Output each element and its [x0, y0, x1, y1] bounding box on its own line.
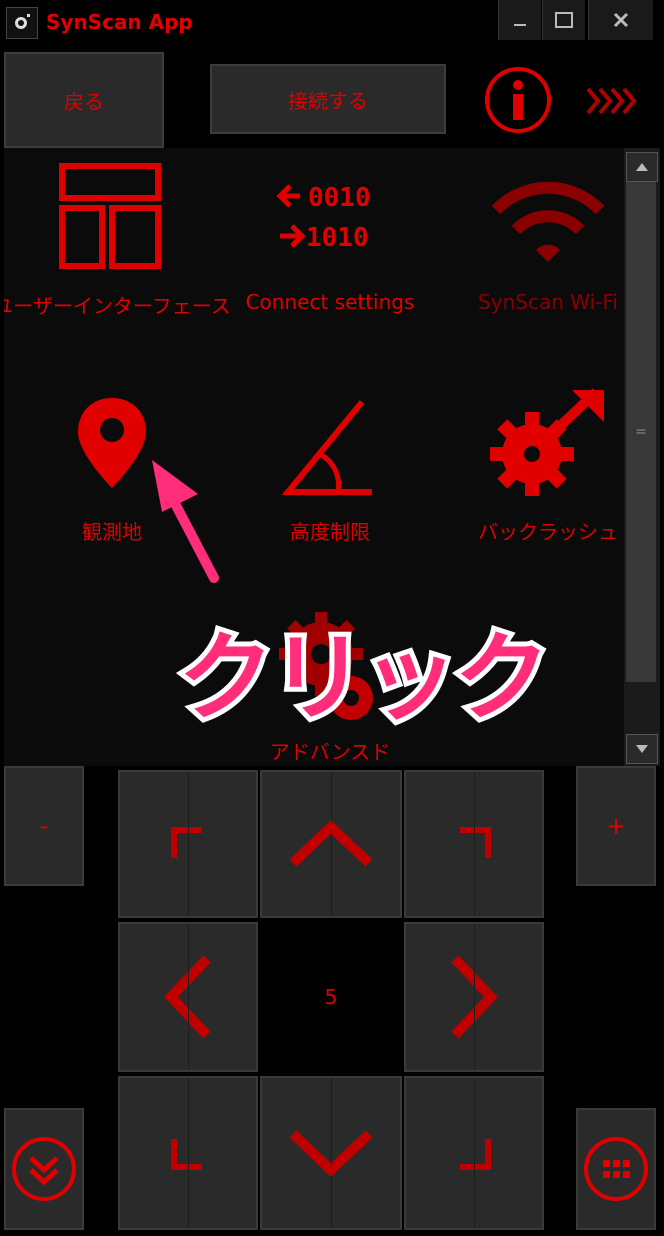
close-button[interactable] — [588, 0, 653, 40]
grid-dots-icon — [584, 1137, 648, 1201]
menu-item-connect-settings[interactable]: 0010 1010 Connect settings — [230, 158, 430, 358]
menu-item-label: SynScan Wi-Fi — [478, 290, 618, 314]
plus-label: + — [605, 812, 627, 840]
minimize-icon — [514, 24, 526, 26]
svg-text:1010: 1010 — [306, 223, 369, 253]
menu-item-synscan-wifi[interactable]: SynScan Wi-Fi — [448, 158, 624, 358]
speed-minus-button[interactable]: - — [4, 766, 84, 886]
chevrons-right-icon — [586, 87, 637, 115]
move-up-left-button[interactable] — [118, 770, 258, 918]
app-icon — [6, 7, 38, 39]
speed-value: 5 — [324, 985, 338, 1009]
gear-arrow-icon — [490, 388, 604, 496]
back-label: 戻る — [64, 89, 104, 114]
scroll-up-button[interactable] — [626, 152, 658, 182]
window-title: SynScan App — [46, 10, 193, 34]
layout-icon — [59, 163, 161, 269]
maximize-button[interactable] — [542, 0, 585, 40]
info-icon — [485, 67, 551, 133]
menu-item-label: 観測地 — [82, 520, 142, 544]
menu-item-label: ユーザーインターフェース — [4, 294, 231, 318]
more-button[interactable] — [586, 86, 642, 120]
svg-text:0010: 0010 — [308, 183, 371, 213]
move-up-button[interactable] — [260, 770, 402, 918]
move-left-button[interactable] — [118, 922, 258, 1072]
annotation-arrow-icon — [152, 460, 219, 583]
speed-plus-button[interactable]: + — [576, 766, 656, 886]
binary-exchange-icon: 0010 1010 — [276, 183, 371, 253]
scroll-grip: = — [635, 424, 647, 440]
triangle-down-icon — [636, 745, 648, 753]
keypad-button[interactable] — [576, 1108, 656, 1230]
menu-item-user-interface[interactable]: ユーザーインターフェース — [4, 158, 231, 358]
back-button[interactable]: 戻る — [4, 52, 164, 148]
wifi-icon — [491, 181, 605, 262]
info-button[interactable] — [484, 66, 552, 138]
menu-item-label: アドバンスド — [269, 740, 391, 764]
scroll-down-button[interactable] — [626, 734, 658, 764]
move-down-left-button[interactable] — [118, 1076, 258, 1230]
move-down-right-button[interactable] — [404, 1076, 544, 1230]
minimize-button[interactable] — [498, 0, 541, 40]
minus-label: - — [39, 812, 49, 840]
close-icon — [613, 12, 629, 28]
connect-label: 接続する — [288, 88, 368, 113]
expand-pad-button[interactable] — [4, 1108, 84, 1230]
menu-item-backlash[interactable]: バックラッシュ — [448, 384, 624, 584]
menu-scrollbar[interactable]: = — [624, 148, 660, 766]
angle-icon — [281, 400, 372, 495]
menu-item-label: 高度制限 — [290, 520, 370, 544]
speed-display: 5 — [260, 920, 402, 1074]
maximize-icon — [555, 12, 573, 28]
scroll-thumb[interactable]: = — [626, 182, 656, 682]
title-bar: SynScan App — [0, 0, 664, 44]
menu-item-label: Connect settings — [245, 290, 415, 314]
move-right-button[interactable] — [404, 922, 544, 1072]
triangle-up-icon — [636, 163, 648, 171]
move-down-button[interactable] — [260, 1076, 402, 1230]
annotation-click-label: クリック — [173, 617, 555, 739]
connect-button[interactable]: 接続する — [210, 64, 446, 134]
double-chevron-down-icon — [12, 1137, 76, 1201]
move-up-right-button[interactable] — [404, 770, 544, 918]
menu-item-label: バックラッシュ — [478, 520, 618, 544]
menu-item-altitude-limit[interactable]: 高度制限 — [230, 384, 430, 584]
toolbar: 戻る 接続する — [0, 44, 664, 148]
